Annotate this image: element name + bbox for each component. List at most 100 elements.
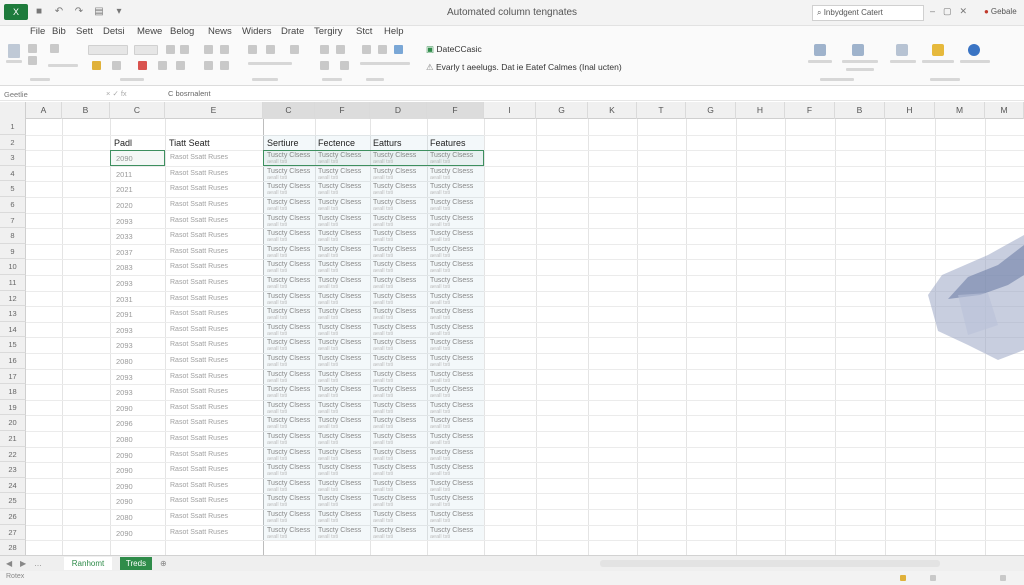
row-header[interactable]: 26 (0, 509, 26, 525)
text-cell[interactable]: Rasot Ssatt Ruses (170, 482, 228, 489)
grow-font-icon[interactable] (166, 45, 175, 54)
year-cell[interactable]: 2090 (116, 404, 133, 413)
data-cell-sub[interactable]: aeall tsti (318, 206, 338, 212)
row-header[interactable]: 21 (0, 431, 26, 447)
select-all-corner[interactable] (0, 102, 26, 119)
menu-stct[interactable]: Stct (356, 26, 372, 37)
data-cell-sub[interactable]: aeall tsti (318, 393, 338, 399)
data-cell-sub[interactable]: aeall tsti (318, 362, 338, 368)
cut-icon[interactable] (28, 44, 37, 53)
formula-controls[interactable]: × ✓ fx (106, 89, 127, 98)
sheet-tab-2[interactable]: Treds (120, 557, 152, 570)
data-cell-sub[interactable]: aeall tsti (318, 487, 338, 493)
add-sheet-icon[interactable]: ⊕ (160, 559, 167, 568)
column-header[interactable]: M (935, 102, 985, 119)
data-cell-sub[interactable]: aeall tsti (373, 175, 393, 181)
more-sheets-icon[interactable]: … (34, 559, 42, 568)
column-header[interactable]: B (835, 102, 885, 119)
row-header[interactable]: 13 (0, 306, 26, 322)
font-name-select[interactable] (88, 45, 128, 55)
next-sheet-icon[interactable]: ▶ (20, 559, 26, 568)
row-header[interactable]: 10 (0, 259, 26, 275)
data-cell-sub[interactable]: aeall tsti (430, 222, 450, 228)
row-header[interactable]: 14 (0, 321, 26, 338)
data-cell-sub[interactable]: aeall tsti (430, 190, 450, 196)
table-format-icon[interactable] (378, 45, 387, 54)
sheet-tab-1[interactable]: Ranhomt (64, 557, 112, 570)
data-cell-sub[interactable]: aeall tsti (318, 440, 338, 446)
year-cell[interactable]: 2090 (116, 529, 133, 538)
text-cell[interactable]: Rasot Ssatt Ruses (170, 295, 228, 302)
data-cell-sub[interactable]: aeall tsti (267, 206, 287, 212)
data-cell-sub[interactable]: aeall tsti (318, 424, 338, 430)
column-header[interactable]: G (536, 102, 588, 119)
decimal-icon[interactable] (320, 61, 329, 70)
font-size-select[interactable] (134, 45, 158, 55)
data-cell-sub[interactable]: aeall tsti (318, 471, 338, 477)
data-cell-sub[interactable]: aeall tsti (373, 253, 393, 259)
text-cell[interactable]: Rasot Ssatt Ruses (170, 185, 228, 192)
row-header[interactable]: 2 (0, 134, 26, 151)
data-cell-sub[interactable]: aeall tsti (373, 440, 393, 446)
data-cell-sub[interactable]: aeall tsti (373, 315, 393, 321)
copy-icon[interactable] (28, 56, 37, 65)
text-cell[interactable]: Rasot Ssatt Ruses (170, 529, 228, 536)
data-cell-sub[interactable]: aeall tsti (267, 284, 287, 290)
font-color-icon[interactable] (138, 61, 147, 70)
wrap-text-icon[interactable] (248, 45, 257, 54)
column-header[interactable]: F (427, 102, 484, 119)
align-left-icon[interactable] (204, 61, 213, 70)
menu-widers[interactable]: Widers (242, 26, 272, 37)
data-cell-sub[interactable]: aeall tsti (373, 190, 393, 196)
data-cell-sub[interactable]: aeall tsti (318, 253, 338, 259)
percent-icon[interactable] (336, 45, 345, 54)
data-cell-sub[interactable]: aeall tsti (267, 362, 287, 368)
text-cell[interactable]: Rasot Ssatt Ruses (170, 466, 228, 473)
data-cell-sub[interactable]: aeall tsti (373, 346, 393, 352)
table-header-cell[interactable]: Tiatt Seatt (169, 138, 210, 148)
data-cell-sub[interactable]: aeall tsti (430, 362, 450, 368)
data-cell-sub[interactable]: aeall tsti (430, 487, 450, 493)
data-cell-sub[interactable]: aeall tsti (318, 518, 338, 524)
row-header[interactable]: 20 (0, 415, 26, 431)
text-cell[interactable]: Rasot Ssatt Ruses (170, 357, 228, 364)
year-cell[interactable]: 2093 (116, 388, 133, 397)
data-cell-sub[interactable]: aeall tsti (430, 284, 450, 290)
menu-news[interactable]: News (208, 26, 232, 37)
menu-file[interactable]: File (30, 26, 45, 37)
align-top-icon[interactable] (204, 45, 213, 54)
table-header-cell[interactable]: Padl (114, 138, 132, 148)
data-cell-sub[interactable]: aeall tsti (373, 456, 393, 462)
comma-icon[interactable] (340, 61, 349, 70)
row-header[interactable]: 1 (0, 119, 26, 135)
merge-icon[interactable] (290, 45, 299, 54)
year-cell[interactable]: 2037 (116, 248, 133, 257)
data-cell-sub[interactable]: aeall tsti (318, 284, 338, 290)
data-cell-sub[interactable]: aeall tsti (373, 502, 393, 508)
close-icon[interactable]: ✕ (960, 6, 968, 17)
data-cell-sub[interactable]: aeall tsti (267, 253, 287, 259)
number-format-icon[interactable] (320, 45, 329, 54)
text-cell[interactable]: Rasot Ssatt Ruses (170, 217, 228, 224)
data-cell-sub[interactable]: aeall tsti (318, 502, 338, 508)
row-header[interactable]: 4 (0, 165, 26, 182)
menu-tergiry[interactable]: Tergiry (314, 26, 343, 37)
format-painter-icon[interactable] (50, 44, 59, 53)
row-header[interactable]: 11 (0, 275, 26, 291)
row-header[interactable]: 24 (0, 477, 26, 494)
find-select-icon[interactable] (968, 44, 980, 56)
text-cell[interactable]: Rasot Ssatt Ruses (170, 419, 228, 426)
text-cell[interactable]: Rasot Ssatt Ruses (170, 513, 228, 520)
row-header[interactable]: 19 (0, 399, 26, 416)
text-cell[interactable]: Rasot Ssatt Ruses (170, 263, 228, 270)
insert-icon[interactable] (814, 44, 826, 56)
maximize-icon[interactable]: ▢ (943, 6, 952, 17)
row-header[interactable]: 9 (0, 243, 26, 260)
column-header[interactable]: B (62, 102, 110, 119)
year-cell[interactable]: 2093 (116, 341, 133, 350)
data-cell-sub[interactable]: aeall tsti (430, 346, 450, 352)
text-cell[interactable]: Rasot Ssatt Ruses (170, 388, 228, 395)
data-cell-sub[interactable]: aeall tsti (373, 300, 393, 306)
data-cell-sub[interactable]: aeall tsti (373, 237, 393, 243)
data-cell-sub[interactable]: aeall tsti (430, 471, 450, 477)
